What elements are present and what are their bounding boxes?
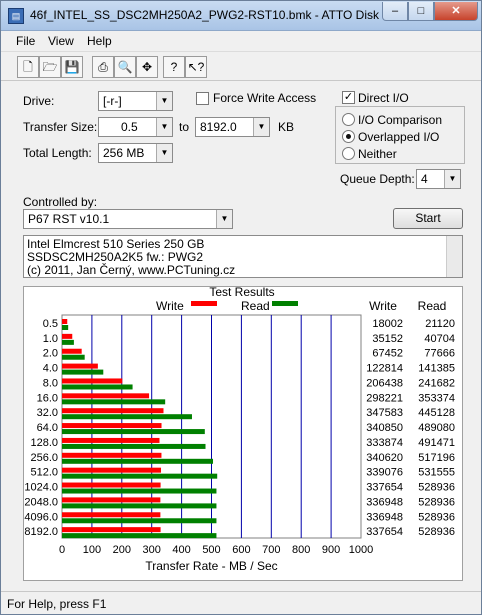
write-value: 347583	[366, 407, 403, 419]
category-label: 512.0	[30, 467, 58, 479]
x-tick-label: 700	[262, 544, 280, 556]
x-tick-label: 900	[322, 544, 340, 556]
write-value: 340850	[366, 422, 403, 434]
legend-write-swatch	[191, 301, 217, 306]
write-bar	[62, 333, 73, 339]
category-label: 64.0	[37, 422, 58, 434]
write-value: 337654	[366, 526, 403, 538]
read-bar	[62, 384, 133, 390]
write-bar	[62, 393, 150, 399]
write-value: 337654	[366, 482, 403, 494]
x-axis-label: Transfer Rate - MB / Sec	[145, 559, 277, 573]
read-value: 528936	[418, 496, 455, 508]
status-bar: For Help, press F1	[1, 591, 481, 614]
write-value: 67452	[372, 348, 403, 360]
x-tick-label: 200	[113, 544, 131, 556]
read-column-header: Read	[418, 299, 447, 313]
read-bar	[62, 369, 104, 375]
read-value: 528936	[418, 482, 455, 494]
write-column-header: Write	[369, 299, 397, 313]
read-value: 241682	[418, 377, 455, 389]
category-label: 256.0	[30, 452, 58, 464]
write-bar	[62, 437, 160, 443]
read-bar	[62, 533, 217, 539]
write-bar	[62, 423, 162, 429]
legend-read-swatch	[272, 301, 298, 306]
category-label: 16.0	[37, 392, 58, 404]
write-value: 122814	[366, 363, 403, 375]
write-bar	[62, 452, 162, 458]
read-bar	[62, 414, 192, 420]
read-bar	[62, 339, 74, 345]
read-bar	[62, 443, 206, 449]
write-bar	[62, 512, 161, 518]
x-tick-label: 0	[59, 544, 65, 556]
category-label: 8192.0	[24, 526, 58, 538]
x-tick-label: 100	[83, 544, 101, 556]
read-value: 40704	[424, 333, 455, 345]
write-bar	[62, 527, 161, 533]
read-value: 77666	[424, 348, 455, 360]
read-value: 21120	[425, 318, 455, 330]
read-value: 531555	[418, 467, 455, 479]
read-value: 528936	[418, 511, 455, 523]
write-bar	[62, 482, 161, 488]
write-bar	[62, 319, 68, 324]
write-bar	[62, 363, 98, 369]
x-tick-label: 800	[292, 544, 310, 556]
write-value: 336948	[366, 496, 403, 508]
write-value: 336948	[366, 511, 403, 523]
category-label: 32.0	[37, 407, 58, 419]
category-label: 1.0	[43, 333, 58, 345]
read-bar	[62, 488, 217, 494]
legend-read-label: Read	[241, 299, 270, 313]
write-bar	[62, 348, 82, 354]
write-value: 18002	[372, 318, 403, 330]
write-value: 339076	[366, 467, 403, 479]
read-bar	[62, 503, 217, 509]
category-label: 0.5	[43, 318, 58, 330]
read-value: 141385	[418, 363, 455, 375]
write-value: 333874	[366, 437, 403, 449]
write-value: 35152	[372, 333, 403, 345]
read-bar	[62, 325, 69, 330]
read-bar	[62, 354, 85, 360]
write-bar	[62, 378, 123, 384]
read-bar	[62, 473, 218, 479]
x-tick-label: 300	[143, 544, 161, 556]
category-label: 1024.0	[24, 482, 58, 494]
category-label: 4.0	[43, 363, 58, 375]
category-label: 128.0	[30, 437, 58, 449]
write-bar	[62, 408, 164, 414]
category-label: 2.0	[43, 348, 58, 360]
read-bar	[62, 429, 205, 435]
read-bar	[62, 458, 214, 464]
write-bar	[62, 497, 161, 503]
write-bar	[62, 467, 162, 473]
atto-window: ▤ 46f_INTEL_SS_DSC2MH250A2_PWG2-RST10.bm…	[0, 0, 482, 615]
legend-write-label: Write	[156, 299, 184, 313]
read-bar	[62, 518, 217, 524]
x-tick-label: 600	[232, 544, 250, 556]
read-value: 528936	[418, 526, 455, 538]
write-value: 340620	[366, 452, 403, 464]
x-tick-label: 1000	[349, 544, 373, 556]
results-chart: 0 100 200 300 400 500 600 700 800 900 1000 Transfer…	[24, 299, 455, 573]
read-value: 517196	[418, 452, 455, 464]
write-value: 298221	[366, 392, 403, 404]
read-bar	[62, 399, 166, 405]
category-label: 4096.0	[24, 511, 58, 523]
read-value: 489080	[418, 422, 455, 434]
write-value: 206438	[366, 377, 403, 389]
read-value: 491471	[418, 437, 455, 449]
status-text: For Help, press F1	[7, 597, 107, 611]
category-label: 8.0	[43, 377, 58, 389]
category-label: 2048.0	[24, 496, 58, 508]
x-tick-label: 500	[202, 544, 220, 556]
x-tick-label: 400	[172, 544, 190, 556]
read-value: 353374	[418, 392, 455, 404]
read-value: 445128	[418, 407, 455, 419]
